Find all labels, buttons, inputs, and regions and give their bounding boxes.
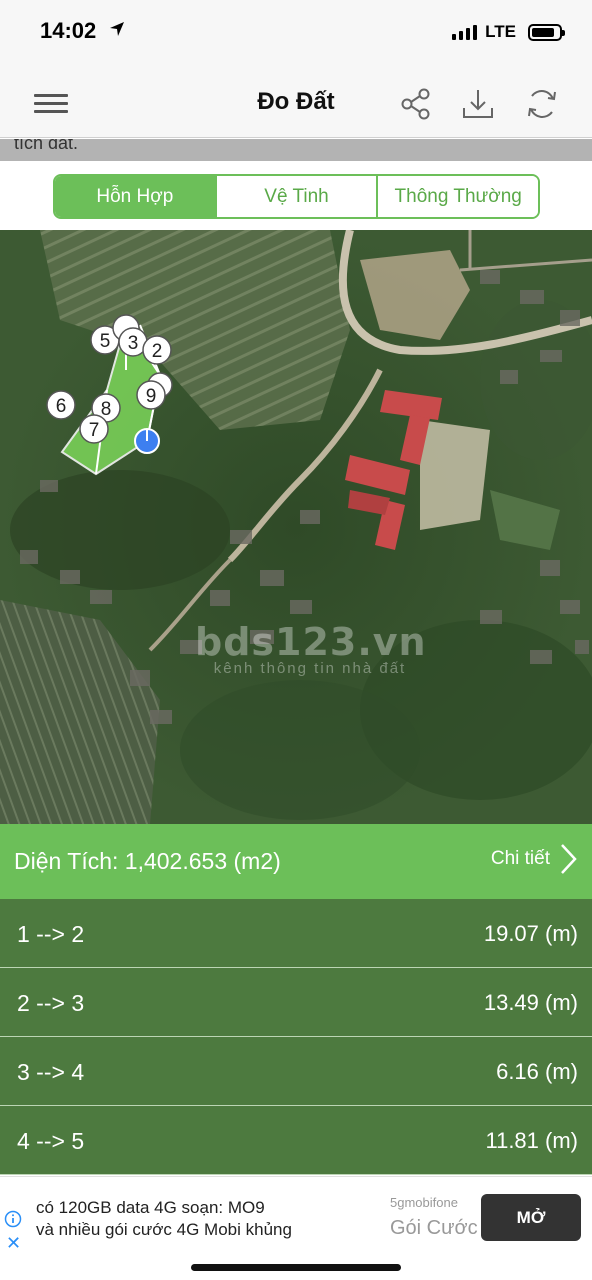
info-icon[interactable] [4, 1210, 22, 1228]
status-bar: 14:02 LTE [0, 0, 592, 66]
status-indicators: LTE [452, 22, 565, 42]
edge-row[interactable]: 1 --> 2 19.07 (m) [0, 899, 592, 968]
svg-text:6: 6 [56, 396, 67, 417]
ad-line-1: có 120GB data 4G soạn: MO9 [36, 1198, 265, 1217]
map-marker-6[interactable]: 6 [46, 390, 76, 420]
svg-text:7: 7 [89, 420, 100, 441]
detail-label: Chi tiết [490, 848, 550, 869]
map-type-normal[interactable]: Thông Thường [378, 176, 538, 217]
map-type-hybrid[interactable]: Hỗn Hợp [55, 176, 217, 217]
chevron-right-icon [561, 844, 577, 874]
close-icon[interactable]: ✕ [6, 1233, 21, 1254]
edge-value: 6.16 (m) [496, 1059, 578, 1084]
map-marker-2[interactable]: 2 [142, 335, 172, 365]
svg-text:5: 5 [100, 331, 111, 352]
edge-value: 19.07 (m) [483, 921, 578, 946]
area-summary-bar: Diện Tích: 1,402.653 (m2) Chi tiết [0, 824, 592, 899]
download-icon[interactable] [460, 86, 496, 122]
clipped-banner-text: tích đất. [14, 139, 79, 153]
network-type: LTE [485, 22, 516, 41]
edge-value: 13.49 (m) [483, 990, 578, 1015]
nav-bar: Đo Đất [0, 66, 592, 138]
edge-row[interactable]: 3 --> 4 6.16 (m) [0, 1037, 592, 1106]
map-marker-9[interactable]: 9 [136, 380, 166, 410]
home-area [0, 1258, 592, 1280]
share-icon[interactable] [398, 86, 434, 122]
clipped-banner: tích đất. [0, 139, 592, 161]
page-title: Đo Đất [257, 88, 335, 115]
location-arrow-icon [110, 22, 124, 36]
map-type-bar: Hỗn Hợp Vệ Tinh Thông Thường [0, 161, 592, 230]
map-type-segmented-control: Hỗn Hợp Vệ Tinh Thông Thường [53, 174, 540, 219]
map-imagery: 5 3 2 6 9 8 7 [0, 230, 592, 824]
edge-label: 3 --> 4 [17, 1059, 85, 1085]
area-value: Diện Tích: 1,402.653 (m2) [14, 848, 281, 874]
ad-open-button[interactable]: MỞ [481, 1194, 581, 1241]
satellite-map[interactable]: 5 3 2 6 9 8 7 bds123.vn kênh thông tin n… [0, 230, 592, 824]
status-time: 14:02 [40, 18, 97, 43]
cellular-signal-icon [452, 24, 478, 40]
svg-text:2: 2 [152, 341, 163, 362]
edge-label: 1 --> 2 [17, 921, 85, 947]
edge-label: 2 --> 3 [17, 990, 85, 1016]
ad-text: có 120GB data 4G soạn: MO9 và nhiều gói … [36, 1197, 292, 1241]
edge-row[interactable]: 4 --> 5 11.81 (m) [0, 1106, 592, 1175]
edge-value: 11.81 (m) [485, 1128, 578, 1153]
map-type-satellite[interactable]: Vệ Tinh [216, 176, 379, 217]
battery-icon [528, 23, 565, 41]
edge-label: 4 --> 5 [17, 1128, 85, 1154]
svg-text:9: 9 [146, 386, 157, 407]
ad-line-2: và nhiều gói cước 4G Mobi khủng [36, 1220, 292, 1239]
home-indicator[interactable] [191, 1264, 401, 1271]
ad-brand-main: Gói Cước [390, 1217, 478, 1239]
refresh-icon[interactable] [524, 86, 560, 122]
edge-length-list: 1 --> 2 19.07 (m) 2 --> 3 13.49 (m) 3 --… [0, 899, 592, 1175]
edge-row[interactable]: 2 --> 3 13.49 (m) [0, 968, 592, 1037]
current-location-marker[interactable] [134, 428, 160, 454]
detail-link[interactable]: Chi tiết [491, 843, 578, 875]
map-marker-7[interactable]: 7 [79, 414, 109, 444]
svg-text:3: 3 [128, 333, 139, 354]
ad-banner[interactable]: ✕ có 120GB data 4G soạn: MO9 và nhiều gó… [0, 1176, 592, 1258]
ad-brand: 5gmobifone [390, 1195, 458, 1210]
